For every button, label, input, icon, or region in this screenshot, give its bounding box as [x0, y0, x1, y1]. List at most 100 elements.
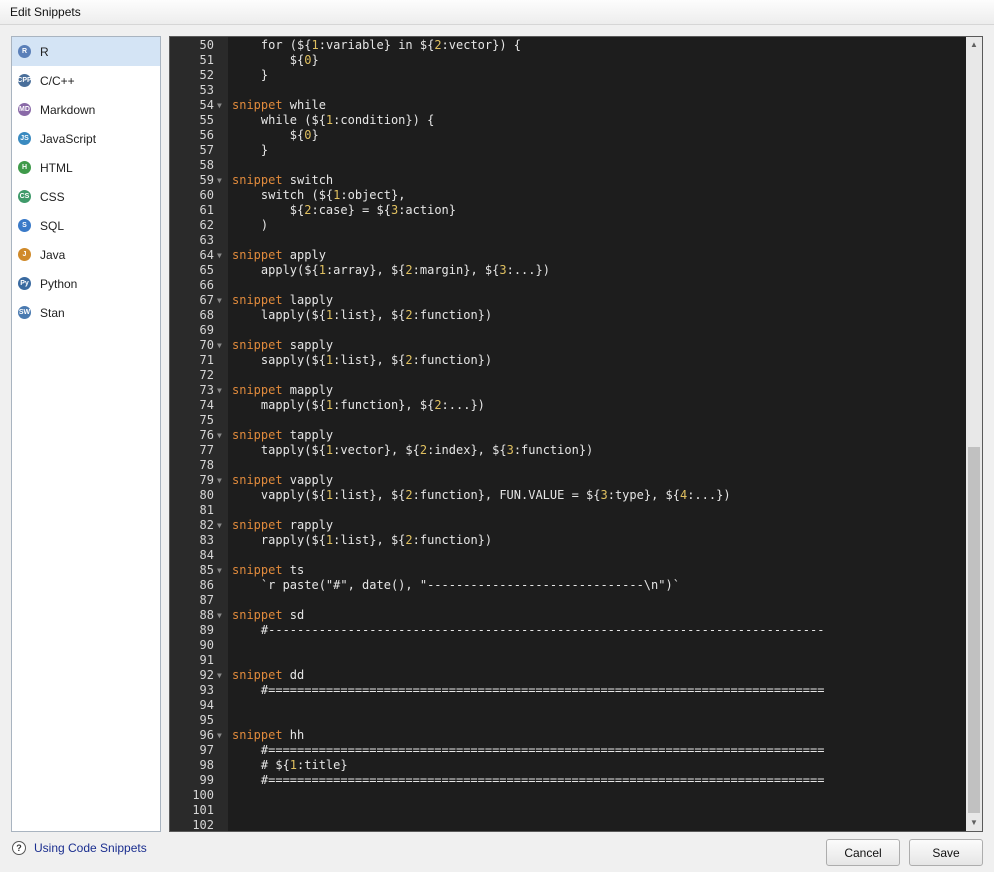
code-line[interactable]: 96 ▼ snippet hh — [170, 728, 966, 743]
fold-arrow-icon[interactable]: ▼ — [217, 518, 222, 533]
code-line[interactable]: 64 ▼ snippet apply — [170, 248, 966, 263]
code-line[interactable]: 88 ▼ snippet sd — [170, 608, 966, 623]
markdown-icon: MD — [18, 103, 31, 116]
code-line[interactable]: 60 switch (${1:object}, — [170, 188, 966, 203]
code-line[interactable]: 95 — [170, 713, 966, 728]
code-line[interactable]: 66 — [170, 278, 966, 293]
language-label: JavaScript — [40, 131, 97, 146]
language-item-c-c-[interactable]: CPP C/C++ — [12, 66, 160, 95]
language-list[interactable]: R R CPP C/C++ MD Markdown JS JavaScript H HTML CS C… — [11, 36, 161, 832]
code-line[interactable]: 51 ${0} — [170, 53, 966, 68]
code-line[interactable]: 84 — [170, 548, 966, 563]
line-number: 66 — [199, 278, 214, 292]
language-item-css[interactable]: CS CSS — [12, 182, 160, 211]
code-line[interactable]: 58 — [170, 158, 966, 173]
text-token: switch (${ — [232, 188, 334, 202]
save-button[interactable]: Save — [909, 839, 983, 866]
fold-arrow-icon[interactable]: ▼ — [217, 98, 222, 113]
code-line[interactable]: 78 — [170, 458, 966, 473]
code-line[interactable]: 73 ▼ snippet mapply — [170, 383, 966, 398]
code-line[interactable]: 68 lapply(${1:list}, ${2:function}) — [170, 308, 966, 323]
code-line[interactable]: 50 for (${1:variable} in ${2:vector}) { — [170, 38, 966, 53]
code-line[interactable]: 94 — [170, 698, 966, 713]
code-line[interactable]: 61 ${2:case} = ${3:action} — [170, 203, 966, 218]
code-line[interactable]: 99 #====================================… — [170, 773, 966, 788]
code-line[interactable]: 85 ▼ snippet ts — [170, 563, 966, 578]
fold-arrow-icon[interactable]: ▼ — [217, 728, 222, 743]
keyword-token: snippet — [232, 338, 283, 352]
scrollbar-thumb[interactable] — [968, 447, 980, 813]
code-line[interactable]: 62 ) — [170, 218, 966, 233]
code-line[interactable]: 92 ▼ snippet dd — [170, 668, 966, 683]
language-item-markdown[interactable]: MD Markdown — [12, 95, 160, 124]
code-line[interactable]: 69 — [170, 323, 966, 338]
code-line[interactable]: 67 ▼ snippet lapply — [170, 293, 966, 308]
code-line[interactable]: 83 rapply(${1:list}, ${2:function}) — [170, 533, 966, 548]
code-text: snippet hh — [232, 728, 304, 743]
code-line[interactable]: 90 — [170, 638, 966, 653]
language-item-r[interactable]: RR — [12, 37, 160, 66]
number-token: 3 — [506, 443, 514, 457]
language-item-python[interactable]: Py Python — [12, 269, 160, 298]
code-line[interactable]: 87 — [170, 593, 966, 608]
code-line[interactable]: 57 } — [170, 143, 966, 158]
code-line[interactable]: 102 — [170, 818, 966, 831]
code-line[interactable]: 101 — [170, 803, 966, 818]
code-line[interactable]: 70 ▼ snippet sapply — [170, 338, 966, 353]
fold-arrow-icon[interactable]: ▼ — [217, 173, 222, 188]
vertical-scrollbar[interactable]: ▲ ▼ — [966, 37, 982, 831]
using-code-snippets-link[interactable]: Using Code Snippets — [34, 841, 147, 855]
code-line[interactable]: 59 ▼ snippet switch — [170, 173, 966, 188]
text-token: :function}, ${ — [333, 398, 435, 412]
code-line[interactable]: 93 #====================================… — [170, 683, 966, 698]
fold-arrow-icon[interactable]: ▼ — [217, 563, 222, 578]
code-line[interactable]: 98 # ${1:title} — [170, 758, 966, 773]
code-line[interactable]: 86 `r paste("#", date(), "--------------… — [170, 578, 966, 593]
code-line[interactable]: 79 ▼ snippet vapply — [170, 473, 966, 488]
cancel-button[interactable]: Cancel — [826, 839, 900, 866]
code-line[interactable]: 100 — [170, 788, 966, 803]
scroll-up-icon[interactable]: ▲ — [966, 37, 982, 53]
code-line[interactable]: 55 while (${1:condition}) { — [170, 113, 966, 128]
code-line[interactable]: 76 ▼ snippet tapply — [170, 428, 966, 443]
code-line[interactable]: 54 ▼ snippet while — [170, 98, 966, 113]
code-line[interactable]: 56 ${0} — [170, 128, 966, 143]
python-icon: Py — [18, 277, 31, 290]
code-text: # ${1:title} — [232, 758, 348, 773]
code-line[interactable]: 81 — [170, 503, 966, 518]
language-item-html[interactable]: H HTML — [12, 153, 160, 182]
text-token: mapply — [282, 383, 334, 397]
code-line[interactable]: 91 — [170, 653, 966, 668]
code-line[interactable]: 89 #------------------------------------… — [170, 623, 966, 638]
fold-arrow-icon[interactable]: ▼ — [217, 473, 222, 488]
fold-arrow-icon[interactable]: ▼ — [217, 383, 222, 398]
number-token: 1 — [311, 38, 319, 52]
code-line[interactable]: 71 sapply(${1:list}, ${2:function}) — [170, 353, 966, 368]
language-item-javascript[interactable]: JS JavaScript — [12, 124, 160, 153]
fold-arrow-icon[interactable]: ▼ — [217, 668, 222, 683]
code-line[interactable]: 82 ▼ snippet rapply — [170, 518, 966, 533]
language-item-sql[interactable]: S SQL — [12, 211, 160, 240]
language-item-stan[interactable]: SW Stan — [12, 298, 160, 327]
code-line[interactable]: 72 — [170, 368, 966, 383]
code-editor[interactable]: 50 for (${1:variable} in ${2:vector}) {5… — [169, 36, 983, 832]
code-line[interactable]: 80 vapply(${1:list}, ${2:function}, FUN.… — [170, 488, 966, 503]
text-token: :condition}) { — [333, 113, 435, 127]
fold-arrow-icon[interactable]: ▼ — [217, 608, 222, 623]
fold-arrow-icon[interactable]: ▼ — [217, 248, 222, 263]
line-number: 88 — [199, 608, 214, 622]
code-line[interactable]: 52 } — [170, 68, 966, 83]
code-line[interactable]: 53 — [170, 83, 966, 98]
help-link-row[interactable]: ? Using Code Snippets — [12, 841, 147, 855]
scroll-down-icon[interactable]: ▼ — [966, 815, 982, 831]
fold-arrow-icon[interactable]: ▼ — [217, 293, 222, 308]
code-line[interactable]: 65 apply(${1:array}, ${2:margin}, ${3:..… — [170, 263, 966, 278]
code-line[interactable]: 74 mapply(${1:function}, ${2:...}) — [170, 398, 966, 413]
fold-arrow-icon[interactable]: ▼ — [217, 338, 222, 353]
fold-arrow-icon[interactable]: ▼ — [217, 428, 222, 443]
code-line[interactable]: 63 — [170, 233, 966, 248]
code-line[interactable]: 77 tapply(${1:vector}, ${2:index}, ${3:f… — [170, 443, 966, 458]
code-line[interactable]: 75 — [170, 413, 966, 428]
language-item-java[interactable]: J Java — [12, 240, 160, 269]
code-line[interactable]: 97 #====================================… — [170, 743, 966, 758]
